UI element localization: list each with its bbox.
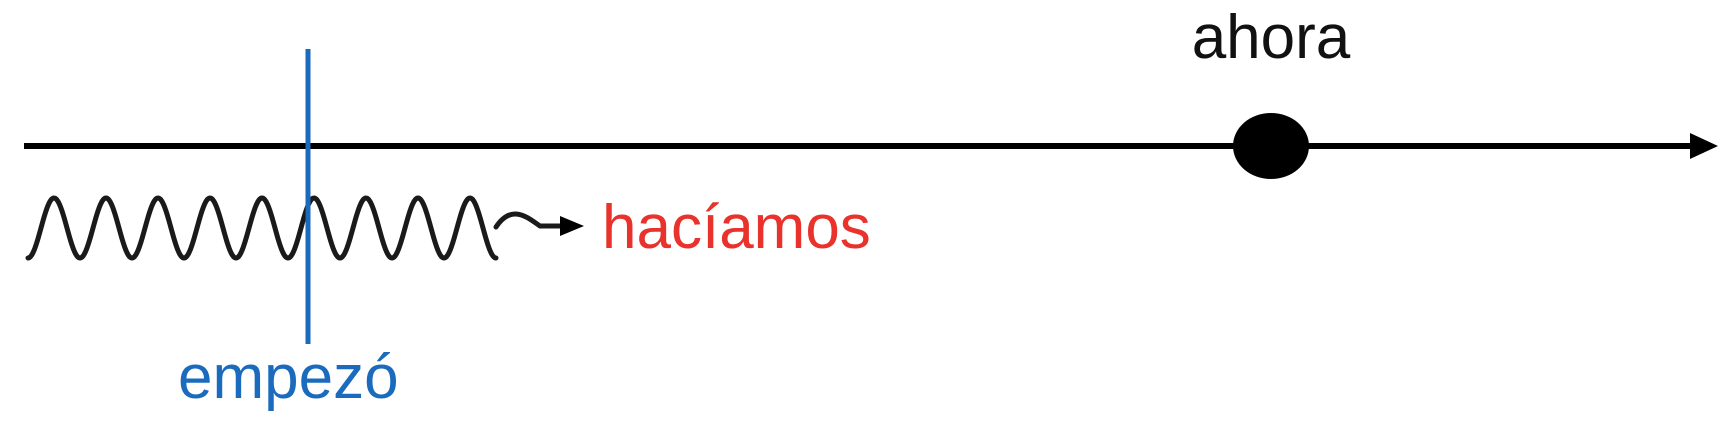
imperfect-action-tail <box>493 211 565 230</box>
timeline-arrow <box>24 133 1718 159</box>
now-marker <box>1233 113 1309 179</box>
imperfect-action-wave <box>25 195 499 261</box>
now-label: ahora <box>1192 3 1351 72</box>
imperfect-action-arrowhead <box>560 216 584 236</box>
preterite-label: empezó <box>178 343 399 412</box>
timeline-arrowhead <box>1690 133 1718 159</box>
timeline-diagram: ahora hacíamos empezó <box>24 3 1718 412</box>
imperfect-label: hacíamos <box>602 193 871 262</box>
